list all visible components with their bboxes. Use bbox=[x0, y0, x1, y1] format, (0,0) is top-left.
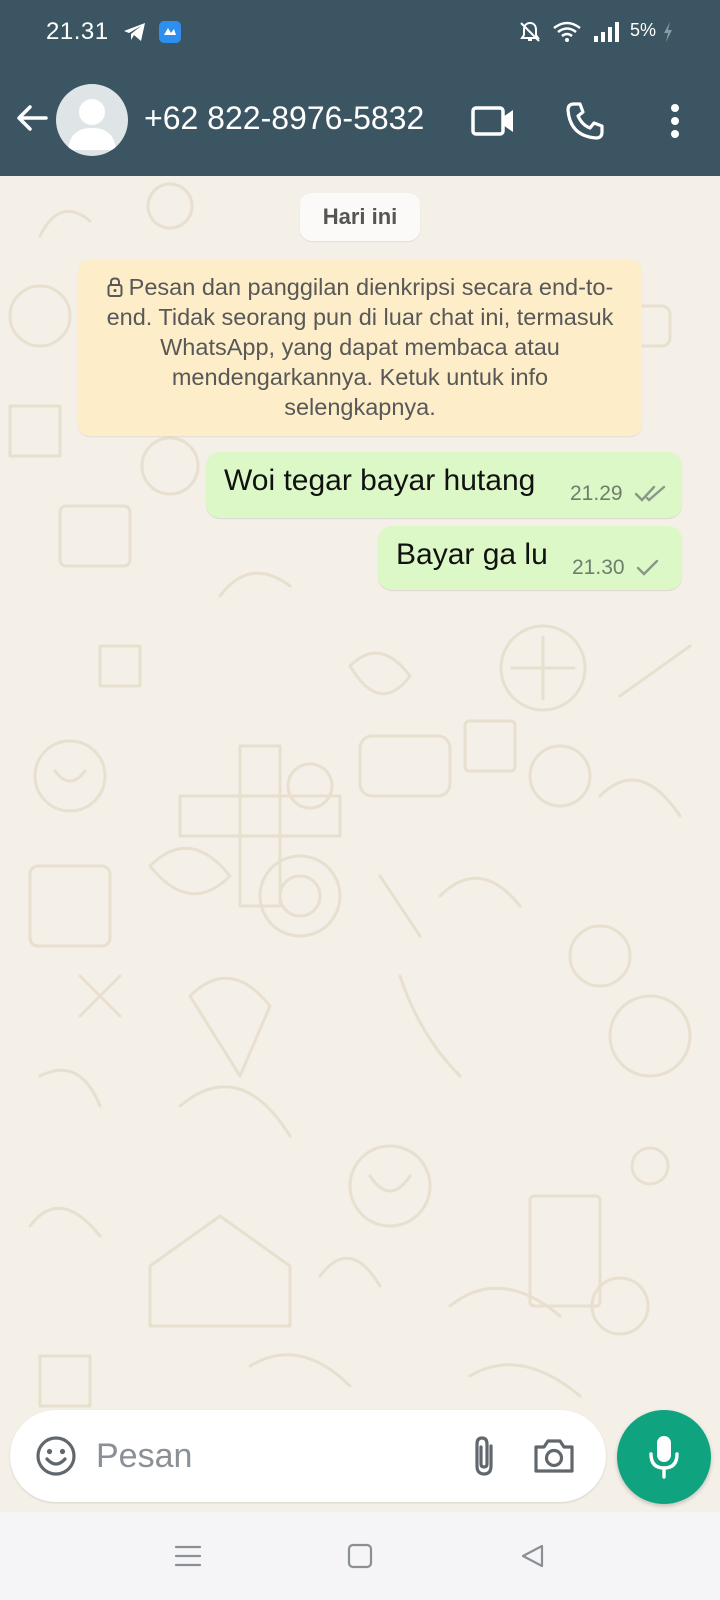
message-composer bbox=[10, 1410, 606, 1502]
back-nav-button[interactable] bbox=[510, 1534, 554, 1578]
wifi-icon bbox=[552, 20, 582, 49]
telegram-icon bbox=[122, 20, 148, 49]
more-vert-icon bbox=[671, 104, 679, 138]
outgoing-message-bubble[interactable]: Woi tegar bayar hutang 21.29 bbox=[206, 452, 682, 518]
battery-level: 5% bbox=[630, 20, 657, 40]
message-time: 21.30 bbox=[572, 556, 625, 579]
recent-apps-button[interactable] bbox=[166, 1534, 210, 1578]
camera-button[interactable] bbox=[530, 1432, 578, 1480]
attach-button[interactable] bbox=[460, 1432, 508, 1480]
battery-charging-icon bbox=[662, 20, 674, 49]
more-options-button[interactable] bbox=[648, 94, 702, 148]
back-icon bbox=[521, 1544, 544, 1568]
mute-bell-icon bbox=[518, 20, 542, 49]
contact-name[interactable]: +62 822-8976-5832 bbox=[144, 100, 424, 137]
back-arrow-icon bbox=[17, 105, 48, 131]
avatar-placeholder-icon bbox=[68, 99, 116, 150]
encryption-notice-text: Pesan dan panggilan dienkripsi secara en… bbox=[106, 274, 614, 420]
contact-avatar[interactable] bbox=[56, 84, 128, 156]
app-header: 21.31 5% +62 822-8976-5832 bbox=[0, 0, 720, 176]
message-input[interactable] bbox=[96, 1432, 426, 1480]
date-chip: Hari ini bbox=[300, 193, 420, 241]
home-icon bbox=[347, 1543, 373, 1569]
status-bar: 21.31 5% bbox=[0, 0, 720, 64]
camera-icon bbox=[534, 1439, 574, 1473]
video-call-button[interactable] bbox=[466, 94, 520, 148]
voice-message-button[interactable] bbox=[617, 1410, 711, 1504]
signal-icon bbox=[592, 20, 620, 49]
chat-toolbar: +62 822-8976-5832 bbox=[0, 76, 720, 166]
emoji-icon bbox=[36, 1436, 76, 1476]
lock-icon bbox=[107, 274, 123, 297]
phone-call-icon bbox=[566, 102, 604, 140]
encryption-notice[interactable]: Pesan dan panggilan dienkripsi secara en… bbox=[78, 260, 642, 436]
attach-icon bbox=[475, 1436, 493, 1476]
back-button[interactable] bbox=[12, 98, 56, 142]
emoji-button[interactable] bbox=[32, 1432, 80, 1480]
status-time: 21.31 bbox=[46, 18, 109, 45]
message-text: Woi tegar bayar hutang bbox=[224, 464, 536, 497]
mic-icon bbox=[649, 1436, 679, 1479]
voice-call-button[interactable] bbox=[558, 94, 612, 148]
home-button[interactable] bbox=[338, 1534, 382, 1578]
outgoing-message-bubble[interactable]: Bayar ga lu 21.30 bbox=[378, 526, 682, 590]
app-notification-icon bbox=[158, 20, 182, 49]
system-nav-bar bbox=[0, 1512, 720, 1600]
message-time: 21.29 bbox=[570, 482, 623, 505]
message-text: Bayar ga lu bbox=[396, 538, 548, 571]
single-tick-icon bbox=[636, 558, 660, 583]
menu-icon bbox=[174, 1545, 202, 1567]
video-call-icon bbox=[471, 106, 513, 136]
double-tick-icon bbox=[634, 484, 668, 509]
